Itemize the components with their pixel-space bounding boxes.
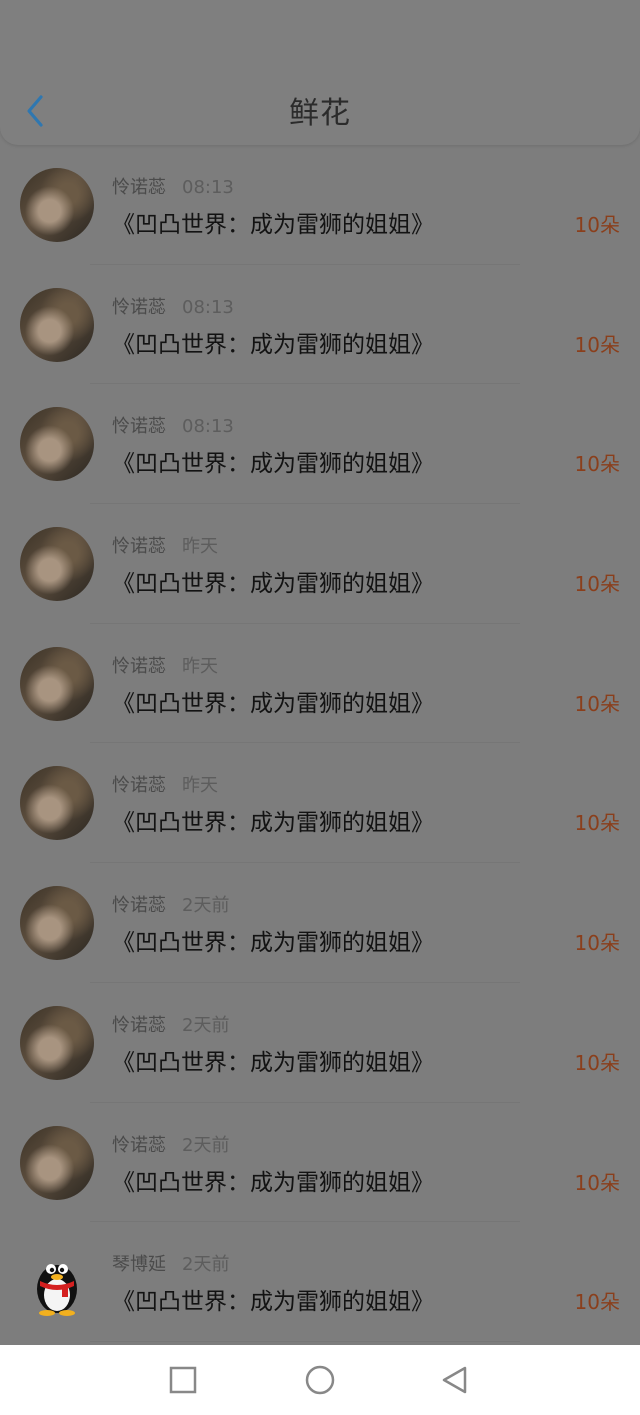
user-avatar[interactable] <box>20 527 94 602</box>
penguin-avatar-icon <box>37 1264 77 1317</box>
flower-record-row[interactable]: 怜诺蕊 昨天《凹凸世界：成为雷狮的姐姐》 10朵 <box>0 743 640 863</box>
user-name[interactable]: 怜诺蕊 <box>112 536 166 557</box>
book-title: 《凹凸世界：成为雷狮的姐姐》 <box>112 930 434 957</box>
book-title: 《凹凸世界：成为雷狮的姐姐》 <box>112 810 434 837</box>
book-title: 《凹凸世界：成为雷狮的姐姐》 <box>112 212 434 238</box>
flower-record-row[interactable]: 琴博延 2天前《凹凸世界：成为雷狮的姐姐》 10朵 <box>0 1222 640 1342</box>
user-avatar[interactable] <box>20 1125 94 1200</box>
record-time: 2天前 <box>182 1014 230 1036</box>
book-title: 《凹凸世界：成为雷狮的姐姐》 <box>112 571 434 598</box>
book-title: 《凹凸世界：成为雷狮的姐姐》 <box>112 1049 434 1076</box>
flower-record-row[interactable]: 怜诺蕊 昨天《凹凸世界：成为雷狮的姐姐》 10朵 <box>0 624 640 744</box>
user-avatar[interactable] <box>20 287 94 362</box>
book-title: 《凹凸世界：成为雷狮的姐姐》 <box>112 331 434 358</box>
flower-record-row[interactable]: 怜诺蕊 08:13 《凹凸世界：成为雷狮的姐姐》 10朵 <box>0 384 640 504</box>
system-navigation-bar <box>0 1345 640 1415</box>
book-title: 《凹凸世界：成为雷狮的姐姐》 <box>112 1169 434 1196</box>
flower-record-row[interactable]: 怜诺蕊 昨天《凹凸世界：成为雷狮的姐姐》 10朵 <box>0 504 640 624</box>
user-name[interactable]: 琴博延 <box>112 1254 166 1275</box>
book-title: 《凹凸世界：成为雷狮的姐姐》 <box>112 690 434 717</box>
user-avatar[interactable] <box>20 646 94 721</box>
record-time: 2天前 <box>182 1254 230 1276</box>
record-meta: 怜诺蕊 08:13 <box>112 293 234 319</box>
flower-record-row[interactable]: 怜诺蕊 2天前《凹凸世界：成为雷狮的姐姐》 10朵 <box>0 1103 640 1223</box>
user-name[interactable]: 怜诺蕊 <box>112 775 166 796</box>
record-meta: 怜诺蕊 昨天 <box>112 532 218 558</box>
flower-count: 10朵 <box>574 811 620 836</box>
flower-count: 10朵 <box>574 691 620 716</box>
flower-record-row[interactable]: 怜诺蕊 08:13 《凹凸世界：成为雷狮的姐姐》 10朵 <box>0 265 640 385</box>
page-title: 鲜花 <box>289 96 351 131</box>
book-title: 《凹凸世界：成为雷狮的姐姐》 <box>112 451 434 478</box>
record-meta: 怜诺蕊 2天前 <box>112 1011 229 1037</box>
record-meta: 怜诺蕊 08:13 <box>112 173 234 199</box>
flower-count: 10朵 <box>574 213 620 237</box>
record-meta: 怜诺蕊 2天前 <box>112 1131 229 1157</box>
record-time: 2天前 <box>182 1134 230 1156</box>
record-meta: 琴博延 2天前 <box>112 1250 229 1276</box>
flower-count: 10朵 <box>574 452 620 477</box>
user-name[interactable]: 怜诺蕊 <box>112 297 166 318</box>
record-meta: 怜诺蕊 2天前 <box>112 891 229 917</box>
user-name[interactable]: 怜诺蕊 <box>112 1015 166 1036</box>
flower-count: 10朵 <box>574 1170 620 1195</box>
flower-record-row[interactable]: 怜诺蕊 2天前《凹凸世界：成为雷狮的姐姐》 10朵 <box>0 983 640 1103</box>
recent-apps-button[interactable] <box>168 1365 198 1395</box>
user-avatar[interactable] <box>20 1005 94 1080</box>
user-name[interactable]: 怜诺蕊 <box>112 177 166 198</box>
flower-count: 10朵 <box>574 332 620 357</box>
record-time: 昨天 <box>182 655 218 677</box>
flower-count: 10朵 <box>574 572 620 597</box>
user-name[interactable]: 怜诺蕊 <box>112 895 166 916</box>
record-time: 昨天 <box>182 536 218 558</box>
back-nav-button[interactable] <box>440 1365 470 1395</box>
record-meta: 怜诺蕊 08:13 <box>112 412 234 438</box>
user-name[interactable]: 怜诺蕊 <box>112 656 166 677</box>
home-button[interactable] <box>304 1364 336 1396</box>
flower-count: 10朵 <box>574 1050 620 1075</box>
record-meta: 怜诺蕊 昨天 <box>112 771 218 797</box>
record-time: 2天前 <box>182 895 230 917</box>
app-header: 鲜花 <box>0 0 640 145</box>
flower-record-list: 怜诺蕊 08:13 《凹凸世界：成为雷狮的姐姐》 10朵 怜诺蕊 08:13 《凹凸世界：成… <box>0 145 640 1342</box>
user-avatar[interactable] <box>20 886 94 961</box>
flower-count: 10朵 <box>574 931 620 956</box>
flower-record-row[interactable]: 怜诺蕊 2天前《凹凸世界：成为雷狮的姐姐》 10朵 <box>0 863 640 983</box>
record-time: 昨天 <box>182 775 218 797</box>
user-name[interactable]: 怜诺蕊 <box>112 416 166 437</box>
user-avatar[interactable] <box>20 407 94 482</box>
user-avatar[interactable] <box>20 766 94 841</box>
record-time: 08:13 <box>182 296 234 318</box>
record-time: 08:13 <box>182 416 234 438</box>
user-avatar[interactable] <box>20 1245 94 1319</box>
user-avatar[interactable] <box>20 168 94 242</box>
flower-record-row[interactable]: 怜诺蕊 08:13 《凹凸世界：成为雷狮的姐姐》 10朵 <box>0 145 640 265</box>
record-time: 08:13 <box>182 177 234 198</box>
flower-count: 10朵 <box>574 1290 620 1315</box>
record-meta: 怜诺蕊 昨天 <box>112 652 218 678</box>
book-title: 《凹凸世界：成为雷狮的姐姐》 <box>112 1289 434 1316</box>
user-name[interactable]: 怜诺蕊 <box>112 1135 166 1156</box>
